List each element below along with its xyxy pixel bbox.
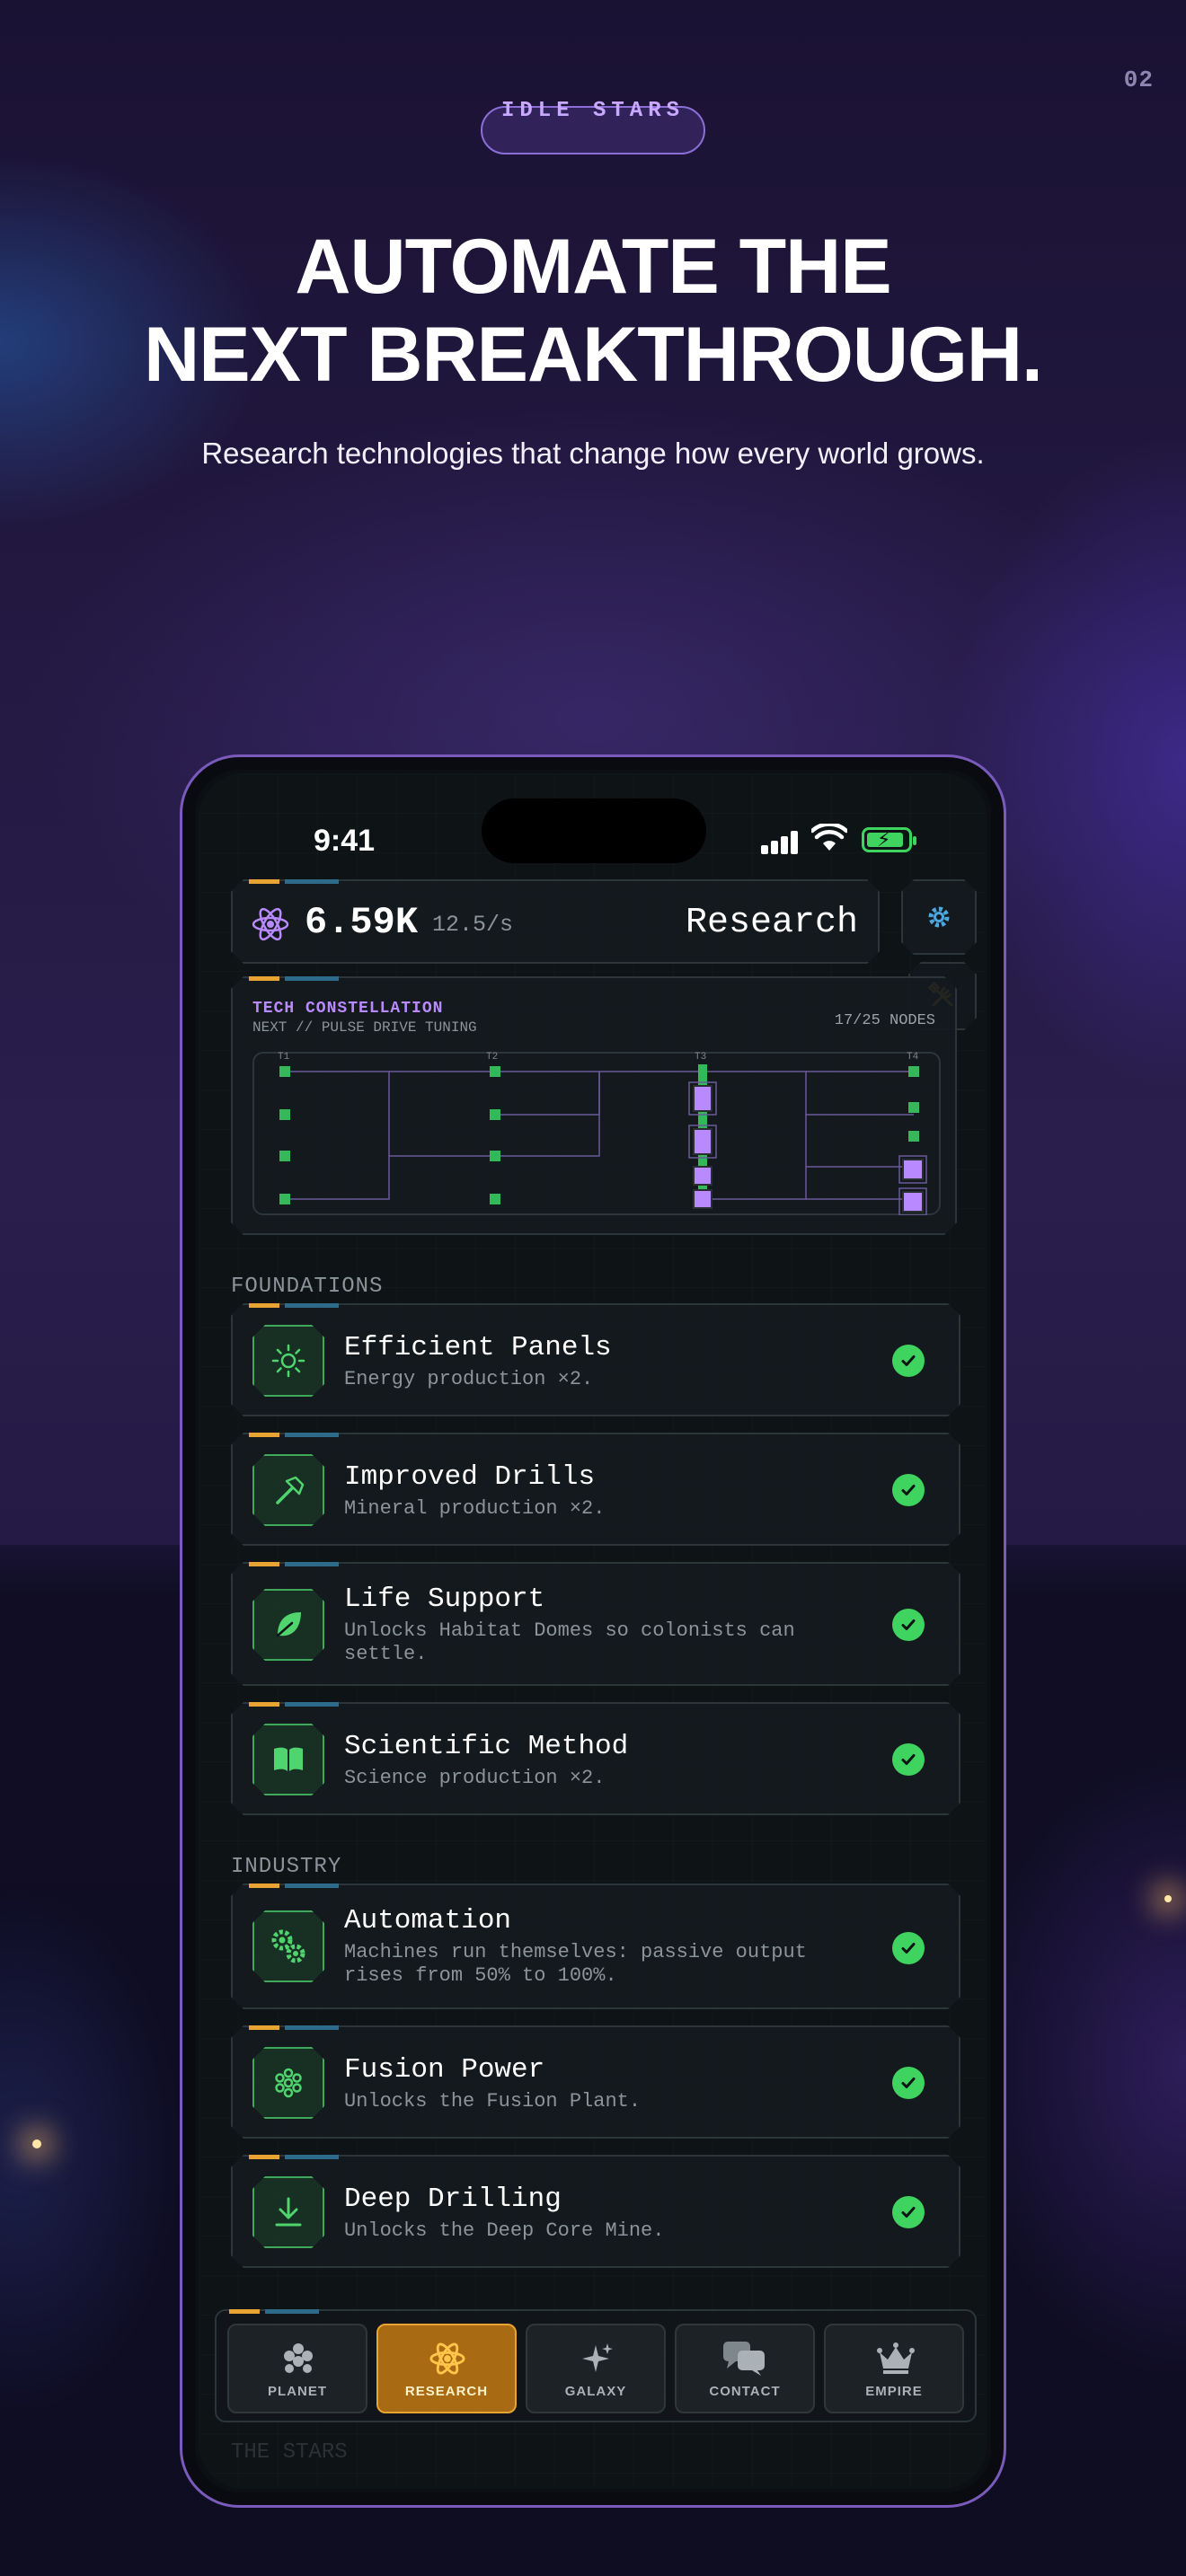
fusion-icon xyxy=(252,2047,324,2119)
signal-icon xyxy=(761,831,801,854)
card-title: Life Support xyxy=(344,1584,545,1615)
nav-contact[interactable]: CONTACT xyxy=(675,2324,815,2413)
nav-label: GALAXY xyxy=(564,2384,627,2399)
gears-icon xyxy=(252,1910,324,1982)
card-title: Automation xyxy=(344,1905,512,1936)
book-icon xyxy=(252,1724,324,1795)
page-number: 02 xyxy=(1123,66,1154,93)
tier-label: T1 xyxy=(278,1052,290,1063)
headline-line-2: NEXT BREAKTHROUGH. xyxy=(144,312,1043,398)
tech-next: NEXT // PULSE DRIVE TUNING xyxy=(252,1019,477,1036)
section-stars: THE STARS xyxy=(231,2440,348,2465)
research-rate: 12.5/s xyxy=(432,912,514,938)
app-badge-label: IDLE STARS xyxy=(500,99,686,123)
tier-label: T2 xyxy=(486,1052,498,1063)
sun-icon xyxy=(252,1325,324,1397)
card-description: Science production ×2. xyxy=(344,1767,606,1789)
card-title: Improved Drills xyxy=(344,1461,596,1493)
card-title: Fusion Power xyxy=(344,2054,545,2086)
sparkles-icon xyxy=(582,2343,613,2372)
nav-label: PLANET xyxy=(268,2384,327,2399)
research-card[interactable]: Deep Drilling Unlocks the Deep Core Mine… xyxy=(231,2155,960,2268)
check-icon xyxy=(892,2196,925,2228)
card-title: Deep Drilling xyxy=(344,2183,562,2215)
crown-icon xyxy=(877,2342,915,2374)
research-card[interactable]: Efficient Panels Energy production ×2. xyxy=(231,1303,960,1416)
research-card[interactable]: Automation Machines run themselves: pass… xyxy=(231,1883,960,2009)
leaf-icon xyxy=(252,1589,324,1661)
research-card[interactable]: Fusion Power Unlocks the Fusion Plant. xyxy=(231,2025,960,2139)
screen-title: Research xyxy=(685,903,858,943)
download-icon xyxy=(252,2176,324,2248)
headline-line-1: AUTOMATE THE xyxy=(295,224,891,310)
card-title: Scientific Method xyxy=(344,1731,629,1762)
headline: AUTOMATE THE NEXT BREAKTHROUGH. xyxy=(0,223,1186,399)
section-industry: INDUSTRY xyxy=(231,1855,342,1879)
research-card[interactable]: Improved Drills Mineral production ×2. xyxy=(231,1433,960,1546)
settings-button[interactable] xyxy=(901,879,977,955)
nav-planet[interactable]: PLANET xyxy=(227,2324,367,2413)
app-screen: 9:41 ⚡ 6.59K 12.5/s Research TECH CONSTE… xyxy=(199,773,987,2489)
nav-label: CONTACT xyxy=(709,2384,781,2399)
research-card[interactable]: Scientific Method Science production ×2. xyxy=(231,1702,960,1815)
card-description: Mineral production ×2. xyxy=(344,1497,606,1520)
battery-icon: ⚡ xyxy=(862,827,916,852)
research-points: 6.59K xyxy=(305,901,419,944)
hammer-icon xyxy=(252,1454,324,1526)
tech-node-count: 17/25 NODES xyxy=(834,1012,935,1029)
atom-icon xyxy=(429,2342,465,2375)
nav-research[interactable]: RESEARCH xyxy=(376,2324,517,2413)
phone-frame: 9:41 ⚡ 6.59K 12.5/s Research TECH CONSTE… xyxy=(180,754,1006,2508)
planet-icon xyxy=(284,2343,313,2373)
check-icon xyxy=(892,1932,925,1964)
card-description: Machines run themselves: passive output … xyxy=(344,1941,807,1987)
tech-title: TECH CONSTELLATION xyxy=(252,1000,444,1018)
atom-icon xyxy=(251,904,290,944)
tier-label: T3 xyxy=(695,1052,706,1063)
dynamic-island xyxy=(482,798,706,863)
nav-label: EMPIRE xyxy=(865,2384,923,2399)
tech-graph: T1 T2 T3 T4 xyxy=(252,1052,941,1215)
card-description: Unlocks the Deep Core Mine. xyxy=(344,2219,665,2242)
check-icon xyxy=(892,1345,925,1377)
status-time: 9:41 xyxy=(314,824,376,858)
card-description: Energy production ×2. xyxy=(344,1368,594,1390)
star-sparkle xyxy=(32,2139,41,2148)
gear-icon xyxy=(925,904,952,931)
nav-label: RESEARCH xyxy=(404,2384,489,2399)
card-description: Unlocks the Fusion Plant. xyxy=(344,2090,642,2113)
chat-bubbles-icon xyxy=(723,2342,765,2376)
bottom-navigation: PLANET RESEARCH GALAXY CONTACT EMPIRE xyxy=(215,2309,977,2422)
app-badge: IDLE STARS xyxy=(481,99,705,154)
resource-header: 6.59K 12.5/s Research xyxy=(231,879,880,964)
section-foundations: FOUNDATIONS xyxy=(231,1275,384,1299)
check-icon xyxy=(892,1743,925,1776)
wifi-icon xyxy=(811,824,847,851)
star-sparkle xyxy=(1164,1895,1172,1902)
check-icon xyxy=(892,1609,925,1641)
nav-empire[interactable]: EMPIRE xyxy=(824,2324,964,2413)
check-icon xyxy=(892,2067,925,2099)
subheadline: Research technologies that change how ev… xyxy=(201,437,985,470)
nav-galaxy[interactable]: GALAXY xyxy=(526,2324,666,2413)
research-card[interactable]: Life Support Unlocks Habitat Domes so co… xyxy=(231,1562,960,1686)
card-description: Unlocks Habitat Domes so colonists can s… xyxy=(344,1619,795,1665)
tier-label: T4 xyxy=(907,1052,919,1063)
check-icon xyxy=(892,1474,925,1506)
tech-constellation-panel: TECH CONSTELLATION NEXT // PULSE DRIVE T… xyxy=(231,976,957,1235)
card-title: Efficient Panels xyxy=(344,1332,612,1363)
